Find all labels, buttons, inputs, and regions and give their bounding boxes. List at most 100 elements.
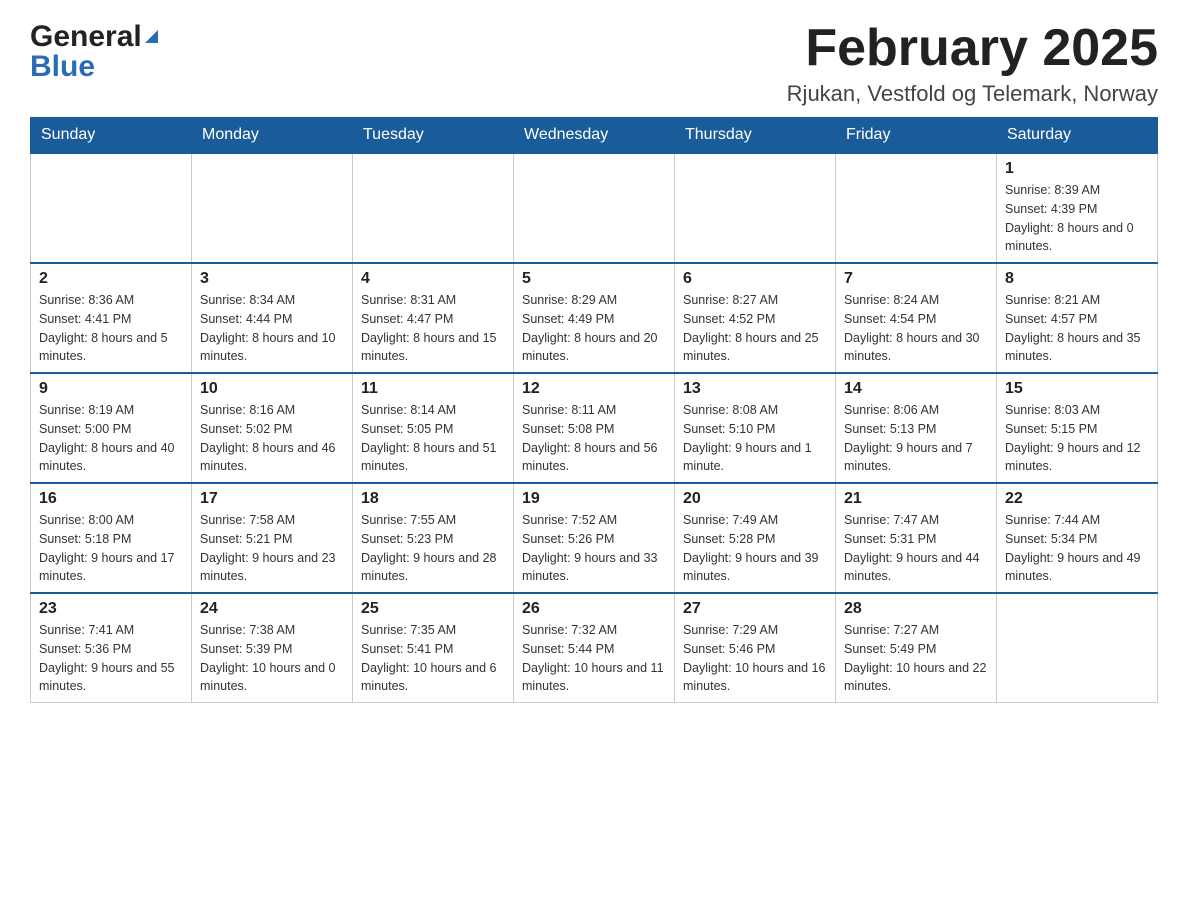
day-info-text: Sunrise: 8:34 AMSunset: 4:44 PMDaylight:… — [200, 291, 344, 366]
logo: General Blue — [30, 20, 158, 84]
day-info-text: Sunrise: 7:49 AMSunset: 5:28 PMDaylight:… — [683, 511, 827, 586]
calendar-cell: 14 Sunrise: 8:06 AMSunset: 5:13 PMDayligh… — [836, 373, 997, 483]
day-number: 10 — [200, 380, 344, 398]
calendar-header-row: SundayMondayTuesdayWednesdayThursdayFrid… — [31, 118, 1158, 154]
day-info-text: Sunrise: 8:03 AMSunset: 5:15 PMDaylight:… — [1005, 401, 1149, 476]
day-number: 25 — [361, 600, 505, 618]
calendar-cell: 20 Sunrise: 7:49 AMSunset: 5:28 PMDayligh… — [675, 483, 836, 593]
day-number: 9 — [39, 380, 183, 398]
day-info-text: Sunrise: 7:29 AMSunset: 5:46 PMDaylight:… — [683, 621, 827, 696]
calendar-cell — [997, 593, 1158, 703]
calendar-cell: 12 Sunrise: 8:11 AMSunset: 5:08 PMDayligh… — [514, 373, 675, 483]
day-number: 3 — [200, 270, 344, 288]
day-of-week-header: Saturday — [997, 118, 1158, 154]
calendar-cell: 3 Sunrise: 8:34 AMSunset: 4:44 PMDaylight… — [192, 263, 353, 373]
day-number: 24 — [200, 600, 344, 618]
day-info-text: Sunrise: 8:29 AMSunset: 4:49 PMDaylight:… — [522, 291, 666, 366]
day-info-text: Sunrise: 7:32 AMSunset: 5:44 PMDaylight:… — [522, 621, 666, 696]
day-of-week-header: Thursday — [675, 118, 836, 154]
calendar-cell: 1Sunrise: 8:39 AMSunset: 4:39 PMDaylight… — [997, 153, 1158, 263]
day-info-text: Sunrise: 8:11 AMSunset: 5:08 PMDaylight:… — [522, 401, 666, 476]
day-of-week-header: Friday — [836, 118, 997, 154]
day-of-week-header: Tuesday — [353, 118, 514, 154]
day-number: 7 — [844, 270, 988, 288]
calendar-week-row: 23 Sunrise: 7:41 AMSunset: 5:36 PMDayligh… — [31, 593, 1158, 703]
calendar-cell — [675, 153, 836, 263]
calendar-cell: 4 Sunrise: 8:31 AMSunset: 4:47 PMDaylight… — [353, 263, 514, 373]
day-number: 18 — [361, 490, 505, 508]
calendar-cell — [836, 153, 997, 263]
calendar-cell: 19 Sunrise: 7:52 AMSunset: 5:26 PMDayligh… — [514, 483, 675, 593]
calendar-cell: 26Sunrise: 7:32 AMSunset: 5:44 PMDayligh… — [514, 593, 675, 703]
day-number: 16 — [39, 490, 183, 508]
calendar-cell: 13 Sunrise: 8:08 AMSunset: 5:10 PMDayligh… — [675, 373, 836, 483]
day-number: 21 — [844, 490, 988, 508]
calendar-cell: 16Sunrise: 8:00 AMSunset: 5:18 PMDayligh… — [31, 483, 192, 593]
day-of-week-header: Sunday — [31, 118, 192, 154]
day-info-text: Sunrise: 8:08 AMSunset: 5:10 PMDaylight:… — [683, 401, 827, 476]
calendar-cell: 28 Sunrise: 7:27 AMSunset: 5:49 PMDayligh… — [836, 593, 997, 703]
day-number: 8 — [1005, 270, 1149, 288]
day-info-text: Sunrise: 8:24 AMSunset: 4:54 PMDaylight:… — [844, 291, 988, 366]
day-info-text: Sunrise: 8:36 AMSunset: 4:41 PMDaylight:… — [39, 291, 183, 366]
day-number: 23 — [39, 600, 183, 618]
logo-triangle-icon — [145, 30, 158, 43]
day-number: 14 — [844, 380, 988, 398]
day-info-text: Sunrise: 8:21 AMSunset: 4:57 PMDaylight:… — [1005, 291, 1149, 366]
day-number: 12 — [522, 380, 666, 398]
day-number: 20 — [683, 490, 827, 508]
day-info-text: Sunrise: 7:27 AMSunset: 5:49 PMDaylight:… — [844, 621, 988, 696]
day-info-text: Sunrise: 7:35 AMSunset: 5:41 PMDaylight:… — [361, 621, 505, 696]
calendar-cell: 17 Sunrise: 7:58 AMSunset: 5:21 PMDayligh… — [192, 483, 353, 593]
day-number: 13 — [683, 380, 827, 398]
day-info-text: Sunrise: 7:52 AMSunset: 5:26 PMDaylight:… — [522, 511, 666, 586]
day-info-text: Sunrise: 8:16 AMSunset: 5:02 PMDaylight:… — [200, 401, 344, 476]
day-info-text: Sunrise: 8:39 AMSunset: 4:39 PMDaylight:… — [1005, 181, 1149, 256]
logo-blue-text: Blue — [30, 50, 158, 84]
calendar-cell: 15 Sunrise: 8:03 AMSunset: 5:15 PMDayligh… — [997, 373, 1158, 483]
day-info-text: Sunrise: 7:38 AMSunset: 5:39 PMDaylight:… — [200, 621, 344, 696]
day-info-text: Sunrise: 7:41 AMSunset: 5:36 PMDaylight:… — [39, 621, 183, 696]
calendar-cell: 21 Sunrise: 7:47 AMSunset: 5:31 PMDayligh… — [836, 483, 997, 593]
day-info-text: Sunrise: 8:27 AMSunset: 4:52 PMDaylight:… — [683, 291, 827, 366]
calendar-cell — [31, 153, 192, 263]
calendar-cell — [192, 153, 353, 263]
calendar-cell — [353, 153, 514, 263]
day-number: 11 — [361, 380, 505, 398]
month-title: February 2025 — [787, 20, 1158, 77]
calendar-cell: 6Sunrise: 8:27 AMSunset: 4:52 PMDaylight… — [675, 263, 836, 373]
day-number: 22 — [1005, 490, 1149, 508]
day-number: 15 — [1005, 380, 1149, 398]
day-number: 2 — [39, 270, 183, 288]
calendar-cell: 10 Sunrise: 8:16 AMSunset: 5:02 PMDayligh… — [192, 373, 353, 483]
day-info-text: Sunrise: 8:19 AMSunset: 5:00 PMDaylight:… — [39, 401, 183, 476]
day-of-week-header: Monday — [192, 118, 353, 154]
calendar-cell: 11 Sunrise: 8:14 AMSunset: 5:05 PMDayligh… — [353, 373, 514, 483]
day-info-text: Sunrise: 8:06 AMSunset: 5:13 PMDaylight:… — [844, 401, 988, 476]
calendar-week-row: 16Sunrise: 8:00 AMSunset: 5:18 PMDayligh… — [31, 483, 1158, 593]
calendar-cell: 25 Sunrise: 7:35 AMSunset: 5:41 PMDayligh… — [353, 593, 514, 703]
day-info-text: Sunrise: 7:55 AMSunset: 5:23 PMDaylight:… — [361, 511, 505, 586]
calendar-cell — [514, 153, 675, 263]
day-number: 19 — [522, 490, 666, 508]
location-text: Rjukan, Vestfold og Telemark, Norway — [787, 81, 1158, 107]
day-number: 27 — [683, 600, 827, 618]
calendar-cell: 27 Sunrise: 7:29 AMSunset: 5:46 PMDayligh… — [675, 593, 836, 703]
day-info-text: Sunrise: 7:58 AMSunset: 5:21 PMDaylight:… — [200, 511, 344, 586]
calendar-cell: 7 Sunrise: 8:24 AMSunset: 4:54 PMDaylight… — [836, 263, 997, 373]
calendar-cell: 5 Sunrise: 8:29 AMSunset: 4:49 PMDaylight… — [514, 263, 675, 373]
day-number: 4 — [361, 270, 505, 288]
day-number: 28 — [844, 600, 988, 618]
calendar-cell: 24 Sunrise: 7:38 AMSunset: 5:39 PMDayligh… — [192, 593, 353, 703]
day-info-text: Sunrise: 7:44 AMSunset: 5:34 PMDaylight:… — [1005, 511, 1149, 586]
day-number: 17 — [200, 490, 344, 508]
calendar-week-row: 2 Sunrise: 8:36 AMSunset: 4:41 PMDaylight… — [31, 263, 1158, 373]
calendar-cell: 9 Sunrise: 8:19 AMSunset: 5:00 PMDaylight… — [31, 373, 192, 483]
day-of-week-header: Wednesday — [514, 118, 675, 154]
calendar-cell: 18 Sunrise: 7:55 AMSunset: 5:23 PMDayligh… — [353, 483, 514, 593]
day-number: 5 — [522, 270, 666, 288]
day-info-text: Sunrise: 7:47 AMSunset: 5:31 PMDaylight:… — [844, 511, 988, 586]
calendar-week-row: 1Sunrise: 8:39 AMSunset: 4:39 PMDaylight… — [31, 153, 1158, 263]
day-info-text: Sunrise: 8:31 AMSunset: 4:47 PMDaylight:… — [361, 291, 505, 366]
day-info-text: Sunrise: 8:14 AMSunset: 5:05 PMDaylight:… — [361, 401, 505, 476]
